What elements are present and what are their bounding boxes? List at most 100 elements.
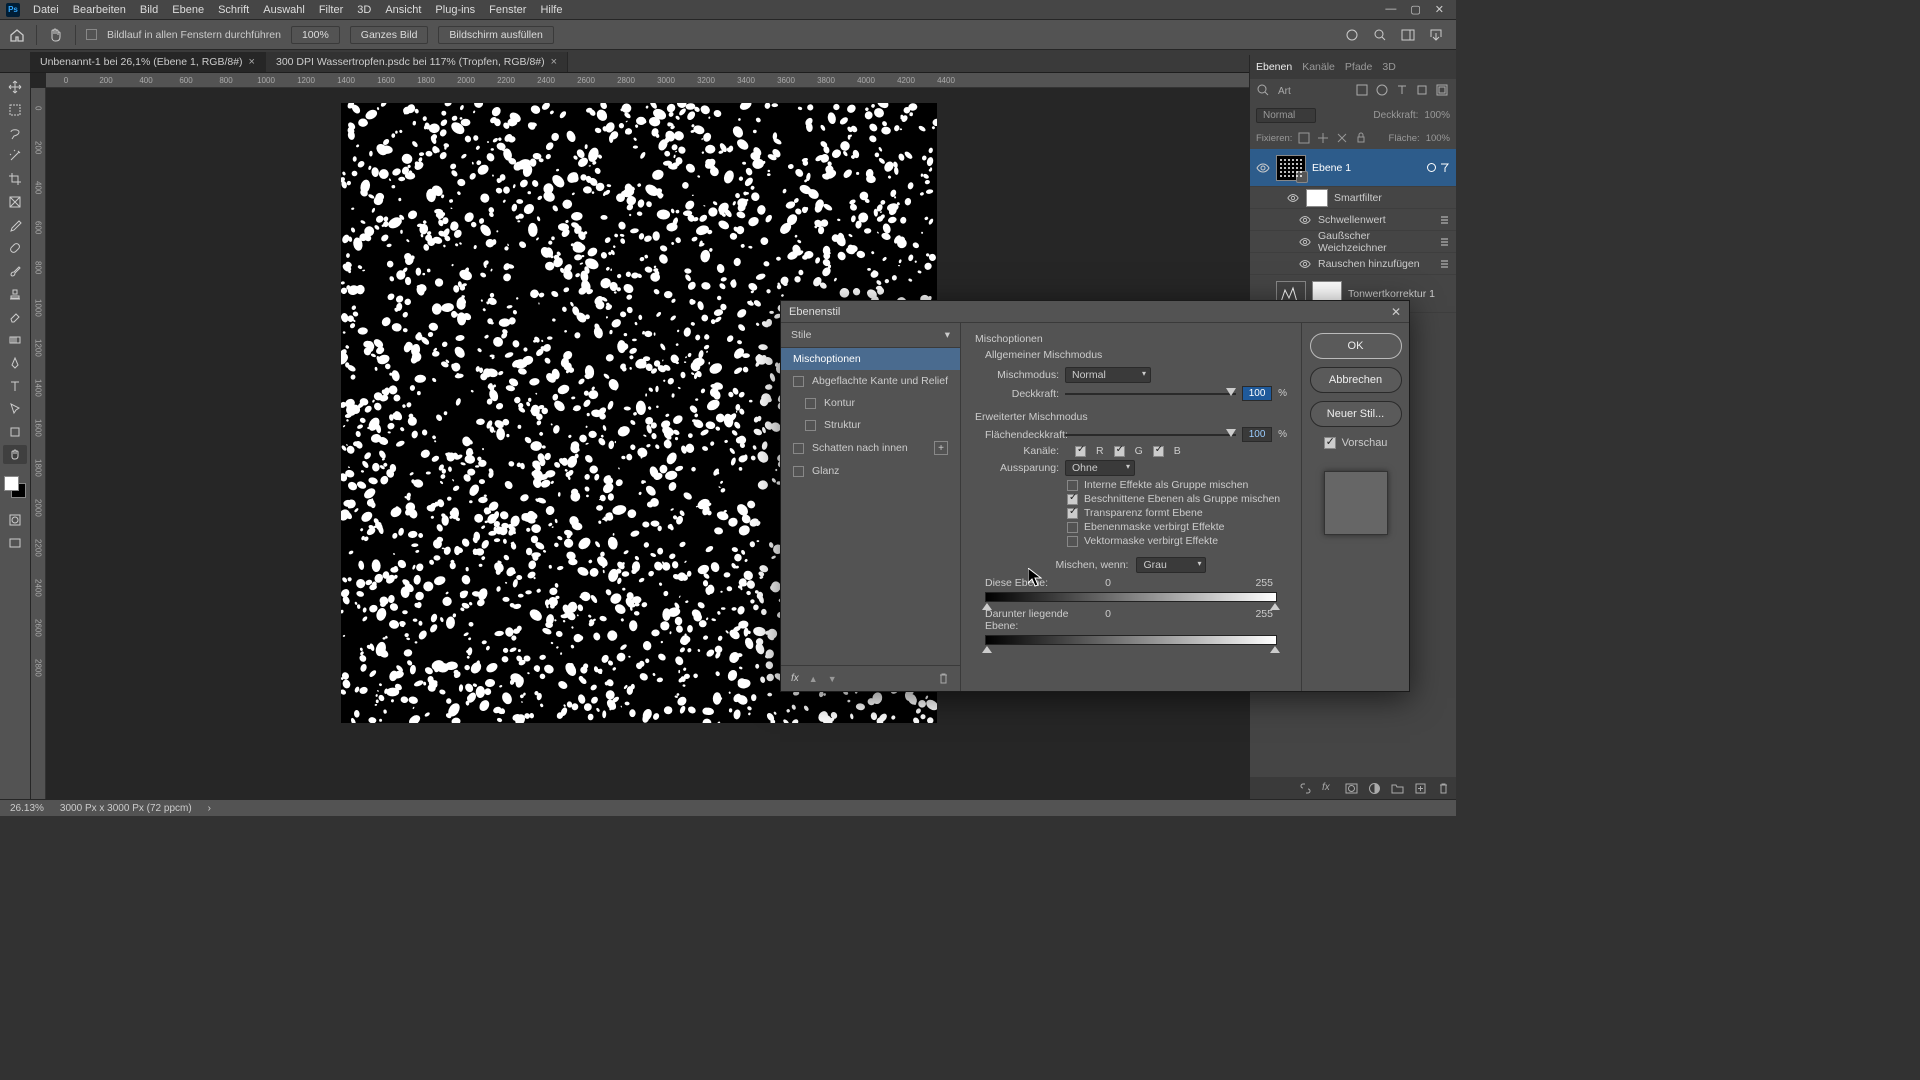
opacity-value[interactable]: 100% bbox=[1424, 110, 1450, 121]
close-icon[interactable]: × bbox=[551, 56, 557, 68]
filter-smart-icon[interactable] bbox=[1436, 84, 1450, 98]
cb-layermask-hides[interactable] bbox=[1067, 522, 1078, 533]
filter-rauschen[interactable]: Rauschen hinzufügen bbox=[1250, 253, 1456, 275]
menu-view[interactable]: Ansicht bbox=[378, 0, 428, 20]
fill-screen-button[interactable]: Bildschirm ausfüllen bbox=[438, 26, 553, 44]
checkbox[interactable] bbox=[805, 398, 816, 409]
filter-gauss[interactable]: Gaußscher Weichzeichner bbox=[1250, 231, 1456, 253]
menu-edit[interactable]: Bearbeiten bbox=[66, 0, 133, 20]
frame-tool-icon[interactable] bbox=[3, 192, 27, 211]
fill-value[interactable]: 100% bbox=[1426, 133, 1450, 144]
heal-tool-icon[interactable] bbox=[3, 238, 27, 257]
type-tool-icon[interactable] bbox=[3, 376, 27, 395]
channel-g-checkbox[interactable] bbox=[1114, 446, 1125, 457]
lasso-tool-icon[interactable] bbox=[3, 123, 27, 142]
lock-position-icon[interactable] bbox=[1317, 132, 1330, 145]
color-swatch[interactable] bbox=[4, 476, 26, 498]
home-icon[interactable] bbox=[8, 26, 26, 44]
menu-filter[interactable]: Filter bbox=[312, 0, 350, 20]
status-more-icon[interactable]: › bbox=[208, 803, 211, 814]
path-select-tool-icon[interactable] bbox=[3, 399, 27, 418]
move-tool-icon[interactable] bbox=[3, 77, 27, 96]
dialog-titlebar[interactable]: Ebenenstil ✕ bbox=[781, 301, 1409, 323]
tab-3d[interactable]: 3D bbox=[1382, 61, 1395, 73]
lock-pixels-icon[interactable] bbox=[1298, 132, 1311, 145]
visibility-icon[interactable] bbox=[1298, 235, 1312, 249]
checkbox[interactable] bbox=[793, 443, 804, 454]
move-down-icon[interactable]: ▼ bbox=[828, 674, 837, 684]
workspace-icon[interactable] bbox=[1400, 27, 1416, 43]
blendif-this-black-stop[interactable] bbox=[982, 603, 992, 610]
filter-icon[interactable] bbox=[1439, 162, 1450, 173]
menu-select[interactable]: Auswahl bbox=[256, 0, 312, 20]
new-style-button[interactable]: Neuer Stil... bbox=[1310, 401, 1402, 427]
fx-icon[interactable]: fx bbox=[791, 673, 799, 684]
crop-tool-icon[interactable] bbox=[3, 169, 27, 188]
layer-thumbnail[interactable] bbox=[1276, 155, 1306, 181]
blend-mode-select[interactable]: Normal bbox=[1256, 108, 1316, 123]
filter-adjust-icon[interactable] bbox=[1376, 84, 1390, 98]
menu-layer[interactable]: Ebene bbox=[165, 0, 211, 20]
brush-tool-icon[interactable] bbox=[3, 261, 27, 280]
menu-image[interactable]: Bild bbox=[133, 0, 165, 20]
menu-file[interactable]: Datei bbox=[26, 0, 66, 20]
eyedropper-tool-icon[interactable] bbox=[3, 215, 27, 234]
filter-image-icon[interactable] bbox=[1356, 84, 1370, 98]
menu-type[interactable]: Schrift bbox=[211, 0, 256, 20]
visibility-icon[interactable] bbox=[1256, 161, 1270, 175]
search-icon[interactable] bbox=[1372, 27, 1388, 43]
document-tab-2[interactable]: 300 DPI Wassertropfen.psdc bei 117% (Tro… bbox=[266, 52, 568, 72]
layer-ebene-1[interactable]: Ebene 1 bbox=[1250, 149, 1456, 187]
blendif-select[interactable]: Grau bbox=[1136, 557, 1206, 573]
close-icon[interactable]: × bbox=[249, 56, 255, 68]
blendif-under-black-stop[interactable] bbox=[982, 646, 992, 653]
this-layer-gradient[interactable] bbox=[985, 592, 1277, 602]
menu-plugins[interactable]: Plug-ins bbox=[428, 0, 482, 20]
shape-tool-icon[interactable] bbox=[3, 422, 27, 441]
gradient-tool-icon[interactable] bbox=[3, 330, 27, 349]
blend-mode-select[interactable]: Normal bbox=[1065, 367, 1151, 383]
checkbox[interactable] bbox=[793, 466, 804, 477]
style-inner-shadow[interactable]: Schatten nach innen+ bbox=[781, 436, 960, 460]
fit-screen-button[interactable]: Ganzes Bild bbox=[350, 26, 429, 44]
checkbox[interactable] bbox=[793, 376, 804, 387]
cb-transparency-shapes[interactable] bbox=[1067, 508, 1078, 519]
hand-tool-icon[interactable] bbox=[3, 445, 27, 464]
lock-artboard-icon[interactable] bbox=[1336, 132, 1349, 145]
filter-mask-thumbnail[interactable] bbox=[1306, 189, 1328, 207]
style-bevel[interactable]: Abgeflachte Kante und Relief bbox=[781, 370, 960, 392]
channel-b-checkbox[interactable] bbox=[1153, 446, 1164, 457]
menu-3d[interactable]: 3D bbox=[350, 0, 378, 20]
marquee-tool-icon[interactable] bbox=[3, 100, 27, 119]
menu-window[interactable]: Fenster bbox=[482, 0, 533, 20]
opacity-input[interactable]: 100 bbox=[1242, 386, 1272, 401]
new-layer-icon[interactable] bbox=[1414, 782, 1427, 795]
style-blending-options[interactable]: Mischoptionen bbox=[781, 348, 960, 370]
knockout-select[interactable]: Ohne bbox=[1065, 460, 1135, 476]
share-icon[interactable] bbox=[1428, 27, 1444, 43]
eraser-tool-icon[interactable] bbox=[3, 307, 27, 326]
style-satin[interactable]: Glanz bbox=[781, 460, 960, 482]
checkbox[interactable] bbox=[805, 420, 816, 431]
window-close-icon[interactable]: ✕ bbox=[1435, 3, 1444, 16]
wand-tool-icon[interactable] bbox=[3, 146, 27, 165]
tab-paths[interactable]: Pfade bbox=[1345, 61, 1372, 73]
group-icon[interactable] bbox=[1391, 782, 1404, 795]
fx-icon[interactable]: fx bbox=[1322, 782, 1335, 795]
filter-options-icon[interactable] bbox=[1439, 236, 1450, 247]
pen-tool-icon[interactable] bbox=[3, 353, 27, 372]
visibility-icon[interactable] bbox=[1298, 213, 1312, 227]
cloud-docs-icon[interactable] bbox=[1344, 27, 1360, 43]
screenmode-icon[interactable] bbox=[3, 533, 27, 552]
filter-options-icon[interactable] bbox=[1439, 258, 1450, 269]
cancel-button[interactable]: Abbrechen bbox=[1310, 367, 1402, 393]
blendif-this-white-stop[interactable] bbox=[1270, 603, 1280, 610]
lock-all-icon[interactable] bbox=[1355, 132, 1368, 145]
adjust-icon[interactable] bbox=[1368, 782, 1381, 795]
visibility-icon[interactable] bbox=[1256, 287, 1270, 301]
tab-channels[interactable]: Kanäle bbox=[1302, 61, 1335, 73]
filter-type-icon[interactable] bbox=[1396, 84, 1410, 98]
styles-menu-icon[interactable]: ▾ bbox=[945, 329, 950, 341]
visibility-icon[interactable] bbox=[1286, 191, 1300, 205]
status-zoom[interactable]: 26.13% bbox=[10, 803, 44, 814]
